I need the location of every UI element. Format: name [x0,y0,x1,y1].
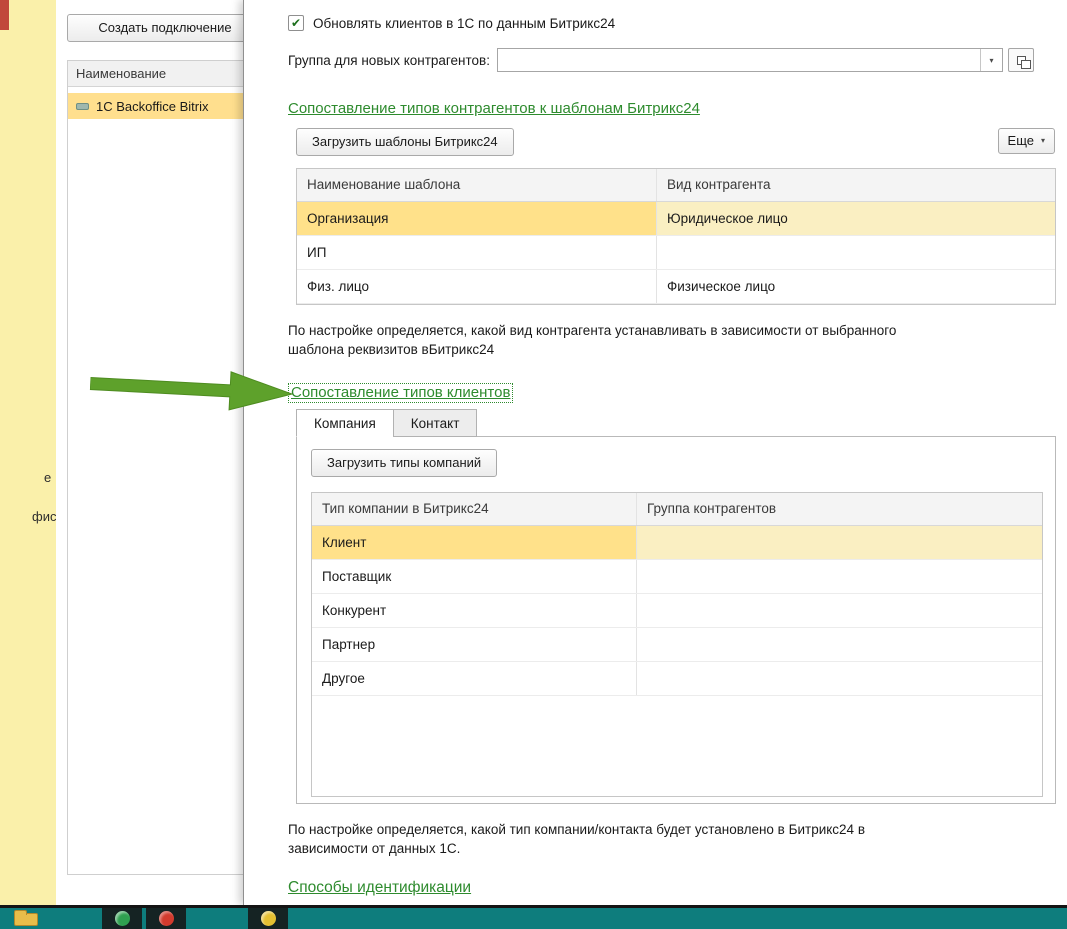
load-templates-button[interactable]: Загрузить шаблоны Битрикс24 [296,128,514,156]
table-row[interactable]: Клиент [312,526,1042,561]
connection-item-icon [76,102,89,110]
more-button-label: Еще [1007,133,1034,148]
cell-counterparty-group [637,594,1042,627]
cell-company-type: Конкурент [312,594,637,628]
new-group-combobox: ▾ [496,48,1003,72]
connection-name: 1C Backoffice Bitrix [96,98,209,114]
create-connection-button[interactable]: Создать подключение [67,14,263,42]
sidebar-text-fragment: е [44,470,52,485]
identification-section-link[interactable]: Способы идентификации [288,879,471,897]
checkmark-icon: ✔ [290,16,302,30]
client-types-section-link[interactable]: Сопоставление типов клиентов [288,383,514,404]
table-row[interactable]: Организация Юридическое лицо [297,202,1055,236]
new-group-choose-button[interactable] [1008,48,1034,72]
cell-counterparty-group [637,526,1042,560]
tab-company[interactable]: Компания [296,409,394,438]
templates-note: По настройке определяется, какой вид кон… [288,323,897,358]
chevron-down-icon: ▾ [1040,136,1045,145]
connections-column-header[interactable]: Наименование [68,61,262,87]
column-header-counterparty-group[interactable]: Группа контрагентов [637,493,1042,525]
table-row[interactable]: Партнер [312,628,1042,663]
update-clients-row: ✔ Обновлять клиентов в 1С по данным Битр… [288,14,1055,32]
table-row[interactable]: Другое [312,662,1042,697]
green-app-icon [114,911,130,926]
chevron-down-icon: ▾ [989,55,994,65]
cell-counterparty-group [637,628,1042,661]
client-types-table: Тип компании в Битрикс24 Группа контраге… [311,492,1043,798]
company-tab-panel: Загрузить типы компаний Тип компании в Б… [296,436,1056,805]
cell-template-name: ИП [297,236,657,269]
table-row[interactable]: Физ. лицо Физическое лицо [297,270,1055,304]
yellow-app-icon [260,911,276,926]
load-company-types-button[interactable]: Загрузить типы компаний [311,449,498,478]
column-header-template-name[interactable]: Наименование шаблона [297,169,657,201]
cell-company-type: Клиент [312,526,637,560]
table-row[interactable]: Поставщик [312,560,1042,595]
taskbar [0,908,1067,929]
new-group-input[interactable] [497,49,980,71]
templates-section-link[interactable]: Сопоставление типов контрагентов к шабло… [288,100,700,117]
column-header-company-type[interactable]: Тип компании в Битрикс24 [312,493,637,526]
cell-counterparty-kind: Физическое лицо [667,279,776,294]
column-header-counterparty-kind[interactable]: Вид контрагента [657,169,1055,201]
update-clients-checkbox[interactable]: ✔ [288,15,304,31]
cell-counterparty-kind: Юридическое лицо [657,202,1055,235]
new-group-label: Группа для новых контрагентов: [288,52,490,68]
client-types-note: По настройке определяется, какой тип ком… [288,822,865,857]
more-button[interactable]: Еще ▾ [997,128,1055,154]
client-types-tabs: Компания Контакт [296,409,1055,438]
red-app-icon [158,911,174,926]
cell-counterparty-group [637,560,1042,593]
sidebar-text-fragment: фис [32,509,57,524]
bitrix24-settings-dialog: ✔ Обновлять клиентов в 1С по данным Битр… [243,0,1067,905]
left-sidebar-strip: е фис [0,0,56,905]
table-row[interactable]: Конкурент [312,594,1042,629]
tab-contact[interactable]: Контакт [392,409,478,438]
folder-icon[interactable] [14,910,38,926]
connections-panel: Создать подключение Наименование 1C Back… [56,0,263,905]
scroll-marker [0,0,9,30]
taskbar-app-green[interactable] [102,908,142,929]
table-row[interactable]: ИП [297,236,1055,270]
choose-from-list-icon [1016,55,1031,69]
cell-company-type: Другое [312,662,637,696]
cell-company-type: Поставщик [312,560,637,594]
cell-counterparty-kind [657,236,1055,269]
new-group-field-row: Группа для новых контрагентов: ▾ [288,48,1034,72]
cell-company-type: Партнер [312,628,637,662]
templates-table: Наименование шаблона Вид контрагента Орг… [296,168,1056,305]
connection-row[interactable]: 1C Backoffice Bitrix [68,93,262,119]
cell-counterparty-group [637,662,1042,695]
templates-toolbar: Загрузить шаблоны Битрикс24 Еще ▾ [296,128,1055,156]
taskbar-app-yellow[interactable] [248,908,288,929]
taskbar-app-red[interactable] [146,908,186,929]
cell-template-name: Физ. лицо [297,270,657,303]
connections-table: Наименование 1C Backoffice Bitrix [67,60,263,875]
client-types-table-header: Тип компании в Битрикс24 Группа контраге… [312,493,1042,527]
new-group-dropdown-button[interactable]: ▾ [980,49,1002,71]
templates-table-header: Наименование шаблона Вид контрагента [297,169,1055,202]
cell-template-name: Организация [297,202,657,235]
update-clients-label: Обновлять клиентов в 1С по данным Битрик… [313,15,616,31]
